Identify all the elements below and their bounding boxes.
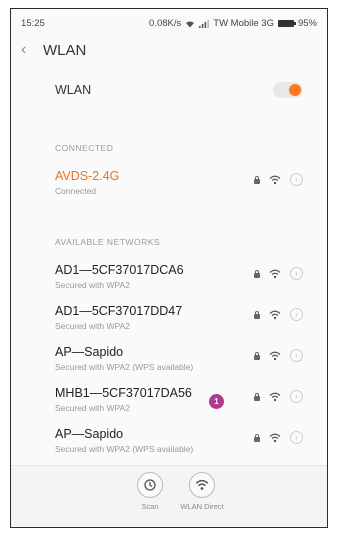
network-details-chevron-icon[interactable]: › <box>290 308 303 321</box>
network-name: AP—Sapido <box>55 345 124 359</box>
scan-label: Scan <box>141 502 159 511</box>
network-name: AVDS-2.4G <box>55 169 120 183</box>
connected-section-label: CONNECTED <box>55 143 114 153</box>
network-icons: › <box>254 390 303 403</box>
wifi-icon <box>269 269 281 278</box>
wlan-direct-label: WLAN Direct <box>180 502 224 511</box>
status-right: 0.08K/s TW Mobile 3G 95% <box>149 18 317 29</box>
available-network-5[interactable]: AP—Sapido Secured with WPA2 (WPS availab… <box>11 423 327 463</box>
lock-icon <box>254 175 260 184</box>
network-name: AP—Sapido <box>55 427 124 441</box>
phone-screen: 15:25 0.08K/s TW Mobile 3G 95% ‹ WLAN WL… <box>10 8 328 528</box>
network-security: Secured with WPA2 <box>55 403 130 413</box>
page-title: WLAN <box>43 41 87 59</box>
available-section-label: AVAILABLE NETWORKS <box>55 237 161 247</box>
status-time: 15:25 <box>21 18 45 29</box>
wlan-toggle-label: WLAN <box>55 83 92 97</box>
available-network-2[interactable]: AD1—5CF37017DD47 Secured with WPA2 › <box>11 300 327 340</box>
lock-icon <box>254 269 260 278</box>
wps-badge: 1 <box>209 394 224 409</box>
network-security: Secured with WPA2 <box>55 280 130 290</box>
network-icons: › <box>254 308 303 321</box>
toggle-knob <box>289 84 301 96</box>
wlan-toggle-switch[interactable] <box>273 82 303 98</box>
wifi-status-icon <box>186 21 195 27</box>
network-speed: 0.08K/s <box>149 18 182 29</box>
header: ‹ WLAN <box>11 35 327 65</box>
network-details-chevron-icon[interactable]: › <box>290 431 303 444</box>
network-name: MHB1—5CF37017DA56 <box>55 386 192 400</box>
scan-icon <box>137 472 163 498</box>
network-details-chevron-icon[interactable]: › <box>290 390 303 403</box>
network-security: Secured with WPA2 <box>55 321 130 331</box>
lock-icon <box>254 310 260 319</box>
status-bar: 15:25 0.08K/s TW Mobile 3G 95% <box>11 9 327 35</box>
signal-icon <box>199 19 210 28</box>
wifi-icon <box>269 351 281 360</box>
available-network-4[interactable]: MHB1—5CF37017DA56 Secured with WPA2 1 › <box>11 382 327 422</box>
wlan-direct-button[interactable]: WLAN Direct <box>172 472 232 511</box>
network-icons: › <box>254 431 303 444</box>
wlan-direct-icon <box>189 472 215 498</box>
carrier-name: TW Mobile 3G <box>213 18 274 29</box>
wifi-icon <box>269 310 281 319</box>
wlan-toggle-row[interactable]: WLAN <box>11 73 327 107</box>
available-network-1[interactable]: AD1—5CF37017DCA6 Secured with WPA2 › <box>11 259 327 299</box>
lock-icon <box>254 433 260 442</box>
lock-icon <box>254 351 260 360</box>
network-name: AD1—5CF37017DD47 <box>55 304 183 318</box>
battery-level: 95% <box>297 18 317 29</box>
bottom-bar: Scan WLAN Direct <box>11 465 327 527</box>
network-security: Secured with WPA2 (WPS available) <box>55 362 194 372</box>
wifi-icon <box>269 175 281 184</box>
connected-network[interactable]: AVDS-2.4G Connected › <box>11 165 327 205</box>
wifi-icon <box>269 392 281 401</box>
lock-icon <box>254 392 260 401</box>
network-status: Connected <box>55 186 97 196</box>
network-name: AD1—5CF37017DCA6 <box>55 263 184 277</box>
network-icons: › <box>254 349 303 362</box>
network-details-chevron-icon[interactable]: › <box>290 173 303 186</box>
network-security: Secured with WPA2 (WPS available) <box>55 444 194 454</box>
network-icons: › <box>254 173 303 186</box>
network-icons: › <box>254 267 303 280</box>
wifi-icon <box>269 433 281 442</box>
back-chevron-icon[interactable]: ‹ <box>21 41 35 59</box>
network-details-chevron-icon[interactable]: › <box>290 349 303 362</box>
available-network-3[interactable]: AP—Sapido Secured with WPA2 (WPS availab… <box>11 341 327 381</box>
battery-icon <box>277 20 296 27</box>
network-details-chevron-icon[interactable]: › <box>290 267 303 280</box>
scan-button[interactable]: Scan <box>120 472 180 511</box>
